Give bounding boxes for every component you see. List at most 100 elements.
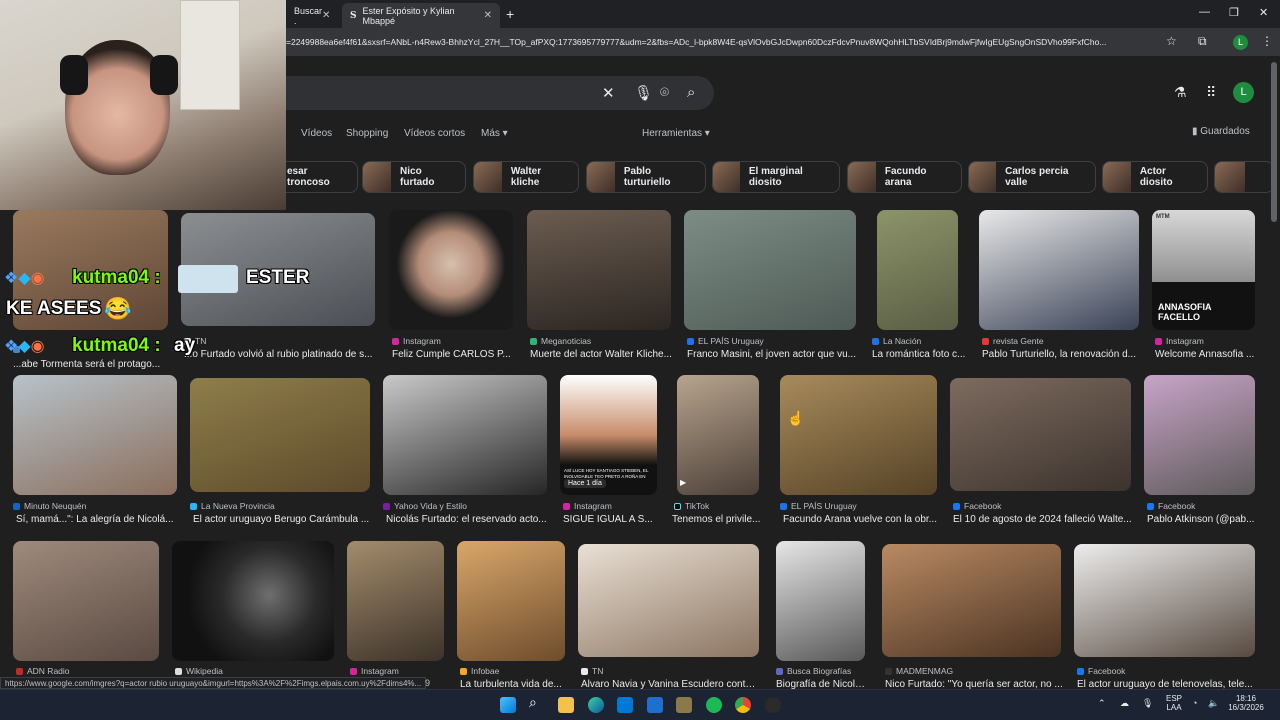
tab-search[interactable]: Buscar . ✕ — [286, 3, 336, 28]
apps-icon[interactable]: ⠿ — [1206, 84, 1216, 101]
lens-icon[interactable]: ⌾ — [660, 84, 669, 101]
microphone-icon[interactable]: 🎙 — [634, 84, 653, 102]
source-name: La Nueva Provincia — [201, 501, 275, 511]
chip[interactable]: Facundo arana — [847, 161, 962, 193]
result-title: Tenemos el privile... — [672, 514, 761, 525]
headphone-icon — [60, 55, 88, 95]
saved-button[interactable]: ▮ Guardados — [1192, 126, 1250, 137]
language-indicator[interactable]: ESP LAA — [1162, 694, 1186, 712]
restore-button[interactable]: ❐ — [1229, 6, 1239, 19]
result-image — [13, 541, 159, 661]
chip[interactable]: Actor diosito — [1102, 161, 1208, 193]
search-icon[interactable]: ⌕ — [687, 84, 695, 101]
chip[interactable] — [1214, 161, 1274, 193]
chip[interactable]: Pablo turturiello — [586, 161, 706, 193]
result-title: El actor uruguayo Berugo Carámbula ... — [193, 514, 370, 525]
source-name: EL PAÍS Uruguay — [698, 336, 764, 346]
source-name: revista Gente — [993, 336, 1044, 346]
network-icon[interactable]: ☁ — [1120, 699, 1129, 708]
clear-icon[interactable]: ✕ — [602, 84, 615, 102]
source-name: Facebook — [964, 501, 1002, 511]
tab-label: Ester Expósito y Kylian Mbappé — [362, 5, 455, 26]
microphone-tray-icon[interactable]: 🎙 — [1142, 699, 1153, 708]
source-name: Instagram — [1166, 336, 1204, 346]
scrollbar[interactable] — [1271, 62, 1277, 222]
url-field[interactable]: =2249988ea6ef4f61&sxsrf=ANbL-n4Rew3-Bhhz… — [286, 33, 1158, 51]
wifi-icon[interactable]: ◔ — [1192, 699, 1197, 708]
google-avatar[interactable]: L — [1233, 82, 1254, 103]
chip[interactable]: esar troncoso — [286, 161, 358, 193]
chip-label: Actor diosito — [1139, 166, 1173, 188]
result-title: Nicolás Furtado: el reservado acto... — [386, 514, 547, 525]
tab-shopping[interactable]: Shopping — [346, 128, 388, 139]
result-source: TN — [581, 666, 603, 676]
close-tab-icon[interactable]: ✕ — [322, 10, 330, 21]
result-image — [190, 378, 370, 492]
result-source: Wikipedia — [175, 666, 223, 676]
edge-icon[interactable] — [588, 697, 604, 713]
tab-short-videos[interactable]: Vídeos cortos — [404, 128, 465, 139]
chat-message: KE ASEES — [6, 298, 102, 319]
file-explorer-icon[interactable] — [558, 697, 574, 713]
chip[interactable]: El marginal diosito — [712, 161, 840, 193]
chip[interactable]: Walter kliche — [473, 161, 579, 193]
time-badge: Hace 1 día — [564, 479, 606, 488]
result-source: EL PAÍS Uruguay — [780, 501, 857, 511]
emote-image — [178, 265, 238, 293]
obs-icon[interactable] — [765, 697, 781, 713]
spotify-icon[interactable] — [706, 697, 722, 713]
status-url: https://www.google.com/imgres?q=actor ru… — [5, 679, 422, 688]
extensions-icon[interactable]: ⧉ — [1198, 34, 1207, 49]
search-icon[interactable]: ⌕ — [529, 694, 545, 710]
chip[interactable]: Nico furtado — [362, 161, 466, 193]
chrome-icon[interactable] — [735, 697, 751, 713]
result-source: Facebook — [1077, 666, 1125, 676]
source-name: Facebook — [1088, 666, 1126, 676]
tray-chevron-icon[interactable]: ⌃ — [1098, 699, 1106, 708]
tab-videos[interactable]: Vídeos — [301, 128, 332, 139]
result-source: Busca Biografías — [776, 666, 851, 676]
result-image — [877, 210, 958, 330]
source-name: TN — [592, 666, 604, 676]
result-image — [1144, 375, 1255, 495]
result-image: ▶ — [677, 375, 759, 495]
chip-label: Facundo arana — [884, 166, 927, 188]
result-source: La Nueva Provincia — [190, 501, 275, 511]
star-icon[interactable]: ☆ — [1166, 34, 1177, 48]
profile-avatar[interactable]: L — [1233, 35, 1248, 50]
tools-button[interactable]: Herramientas ▾ — [642, 128, 710, 139]
source-name: TN — [195, 336, 207, 346]
close-tab-icon[interactable]: ✕ — [484, 10, 492, 21]
chip-thumbnail — [474, 162, 502, 192]
result-image: ASÍ LUCE HOY SANTIAGO STIEBEN, EL INOLVI… — [560, 375, 657, 495]
result-image: MTM ANNASOFIA FACELLO — [1152, 210, 1255, 330]
play-icon: ▶ — [680, 478, 687, 487]
result-title: ...abe Tormenta será el protago... — [13, 359, 161, 370]
result-source: Infobae — [460, 666, 499, 676]
tab-ester[interactable]: S Ester Expósito y Kylian Mbappé ✕ — [342, 3, 500, 28]
source-name: Instagram — [361, 666, 399, 676]
minimize-button[interactable]: — — [1199, 6, 1210, 18]
store-icon[interactable] — [617, 697, 633, 713]
result-source: Instagram — [1155, 336, 1204, 346]
tab-more[interactable]: Más ▾ — [481, 128, 508, 139]
chip-label: Pablo turturiello — [623, 166, 671, 188]
menu-icon[interactable]: ⋮ — [1261, 34, 1273, 48]
clock-time: 18:16 — [1235, 694, 1257, 703]
result-image — [172, 541, 334, 661]
app-icon[interactable] — [676, 697, 692, 713]
result-source: La Nación — [872, 336, 921, 346]
related-chips: esar troncoso Nico furtado Walter kliche… — [286, 161, 1280, 195]
volume-icon[interactable]: 🔈 — [1208, 699, 1219, 708]
clock[interactable]: 18:16 16/3/2026 — [1224, 694, 1268, 712]
start-icon[interactable] — [500, 697, 516, 713]
result-source: Facebook — [953, 501, 1001, 511]
labs-icon[interactable]: ⚗ — [1174, 84, 1187, 101]
chip-label: esar troncoso — [287, 166, 330, 188]
new-tab-button[interactable]: + — [506, 6, 514, 22]
chip[interactable]: Carlos percia valle — [968, 161, 1096, 193]
source-name: ADN Radio — [27, 666, 70, 676]
close-window-button[interactable]: ✕ — [1259, 6, 1268, 19]
mail-icon[interactable] — [647, 697, 663, 713]
status-tail: 9 — [425, 678, 431, 688]
